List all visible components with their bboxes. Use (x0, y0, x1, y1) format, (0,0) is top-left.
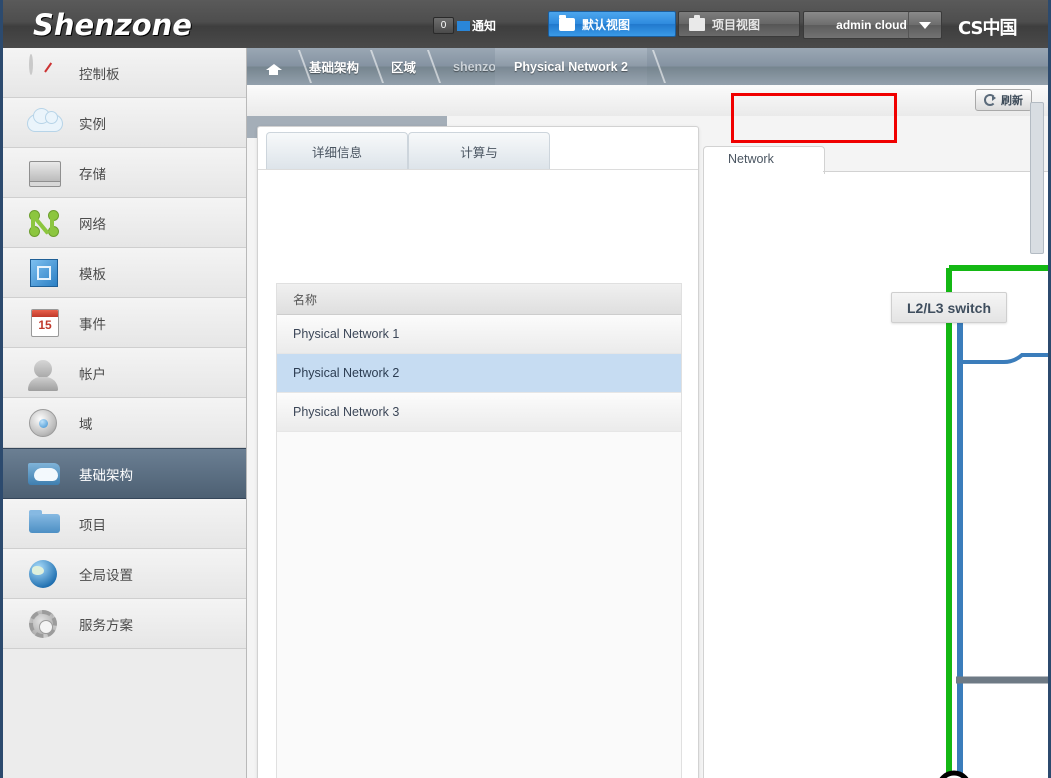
breadcrumb-item-infrastructure[interactable]: 基础架构 (293, 48, 365, 85)
breadcrumb-item-current[interactable]: Physical Network 2 (495, 48, 647, 85)
storage-icon (25, 156, 65, 190)
sidebar-item-global-settings[interactable]: 全局设置 (3, 549, 246, 599)
sidebar-label: 网络 (79, 213, 106, 233)
globe-icon (25, 557, 65, 591)
tab-details[interactable]: 详细信息 (266, 132, 408, 169)
account-dropdown-button[interactable] (908, 11, 942, 39)
cloud-icon (25, 106, 65, 140)
sidebar-item-projects[interactable]: 项目 (3, 499, 246, 549)
content-toolbar: 刷新 (247, 85, 1048, 117)
refresh-button[interactable]: 刷新 (975, 89, 1032, 111)
l2l3-switch-label: L2/L3 switch (891, 292, 1007, 323)
app-logo: Shenzone (33, 8, 192, 42)
app-root: Shenzone 0 通知 默认视图 项目视图 admin cloud CS中国… (0, 0, 1051, 778)
notification-square-icon (457, 21, 470, 31)
dashboard-icon (25, 56, 65, 90)
physical-network-grid: 名称 Physical Network 1 Physical Network 2… (276, 283, 682, 778)
user-icon (25, 356, 65, 390)
sidebar-label: 控制板 (79, 63, 120, 83)
sidebar-label: 模板 (79, 263, 106, 283)
project-view-label: 项目视图 (712, 16, 760, 33)
cell-name: Physical Network 1 (277, 327, 399, 341)
cell-name: Physical Network 3 (277, 405, 399, 419)
table-row[interactable]: Physical Network 3 (277, 393, 681, 432)
sidebar-label: 全局设置 (79, 564, 133, 584)
home-icon (266, 60, 281, 74)
breadcrumb-label: 区域 (391, 57, 416, 76)
notification-count: 0 (433, 17, 454, 34)
notifications-indicator[interactable]: 0 通知 (433, 17, 496, 34)
tab-compute[interactable]: 计算与 (408, 132, 550, 169)
detail-list-panel: 详细信息 计算与 名称 Physical Network 1 Physical … (257, 126, 699, 778)
sidebar-label: 事件 (79, 313, 106, 333)
breadcrumb-label: Physical Network 2 (514, 60, 628, 74)
sidebar-label: 基础架构 (79, 464, 133, 484)
sidebar-label: 存储 (79, 163, 106, 183)
project-view-button[interactable]: 项目视图 (678, 11, 800, 37)
calendar-icon: 15 (25, 306, 65, 340)
chevron-down-icon (919, 22, 931, 29)
table-row[interactable]: Physical Network 2 (277, 354, 681, 393)
default-view-button[interactable]: 默认视图 (548, 11, 676, 37)
cell-name: Physical Network 2 (277, 366, 399, 380)
sidebar-item-domains[interactable]: 域 (3, 398, 246, 448)
network-diagram-panel: Network L2/L3 switch 公用 配置 来宾 (703, 172, 1051, 778)
briefcase-icon (689, 18, 705, 31)
app-header: Shenzone 0 通知 默认视图 项目视图 admin cloud CS中国 (3, 0, 1048, 49)
gear-icon (25, 607, 65, 641)
detail-tabs: 详细信息 计算与 (258, 127, 698, 169)
network-diagram (704, 172, 1051, 778)
sidebar-item-dashboard[interactable]: 控制板 (3, 48, 246, 98)
breadcrumb: 基础架构 区域 shenzone Physical Network 2 (247, 48, 1048, 86)
table-row[interactable]: Physical Network 1 (277, 315, 681, 354)
sidebar-item-storage[interactable]: 存储 (3, 148, 246, 198)
sidebar-item-service-offerings[interactable]: 服务方案 (3, 599, 246, 649)
sidebar-item-instances[interactable]: 实例 (3, 98, 246, 148)
vertical-scrollbar[interactable] (1030, 102, 1044, 254)
sidebar-item-network[interactable]: 网络 (3, 198, 246, 248)
breadcrumb-item-zones[interactable]: 区域 (375, 48, 422, 85)
sidebar-label: 实例 (79, 113, 106, 133)
sidebar-item-templates[interactable]: 模板 (3, 248, 246, 298)
main-area: 基础架构 区域 shenzone Physical Network 2 刷新 详… (247, 48, 1048, 778)
refresh-label: 刷新 (1001, 92, 1023, 108)
tab-network[interactable]: Network (728, 152, 774, 166)
guest-link-branch (960, 355, 1051, 362)
sidebar-label: 帐户 (79, 363, 106, 383)
breadcrumb-label: 基础架构 (309, 57, 359, 76)
column-header-name: 名称 (277, 291, 317, 308)
sidebar-label: 服务方案 (79, 614, 133, 634)
folder-icon (559, 18, 575, 31)
refresh-icon (984, 94, 996, 106)
breadcrumb-home[interactable] (253, 48, 293, 85)
sidebar-item-accounts[interactable]: 帐户 (3, 348, 246, 398)
network-icon (25, 206, 65, 240)
region-logo: CS中国 (958, 14, 1017, 40)
projects-folder-icon (25, 507, 65, 541)
notifications-label: 通知 (472, 17, 496, 34)
default-view-label: 默认视图 (582, 16, 630, 33)
sidebar-label: 域 (79, 413, 93, 433)
sidebar-item-infrastructure[interactable]: 基础架构 (3, 448, 246, 499)
sidebar-item-events[interactable]: 15 事件 (3, 298, 246, 348)
sidebar: 控制板 实例 存储 网络 模板 15 事件 帐户 (3, 48, 247, 778)
infrastructure-icon (25, 457, 65, 491)
template-icon (25, 256, 65, 290)
grid-header-row: 名称 (277, 284, 681, 315)
sidebar-label: 项目 (79, 514, 106, 534)
domain-icon (25, 406, 65, 440)
network-endpoint-circle (939, 773, 969, 778)
